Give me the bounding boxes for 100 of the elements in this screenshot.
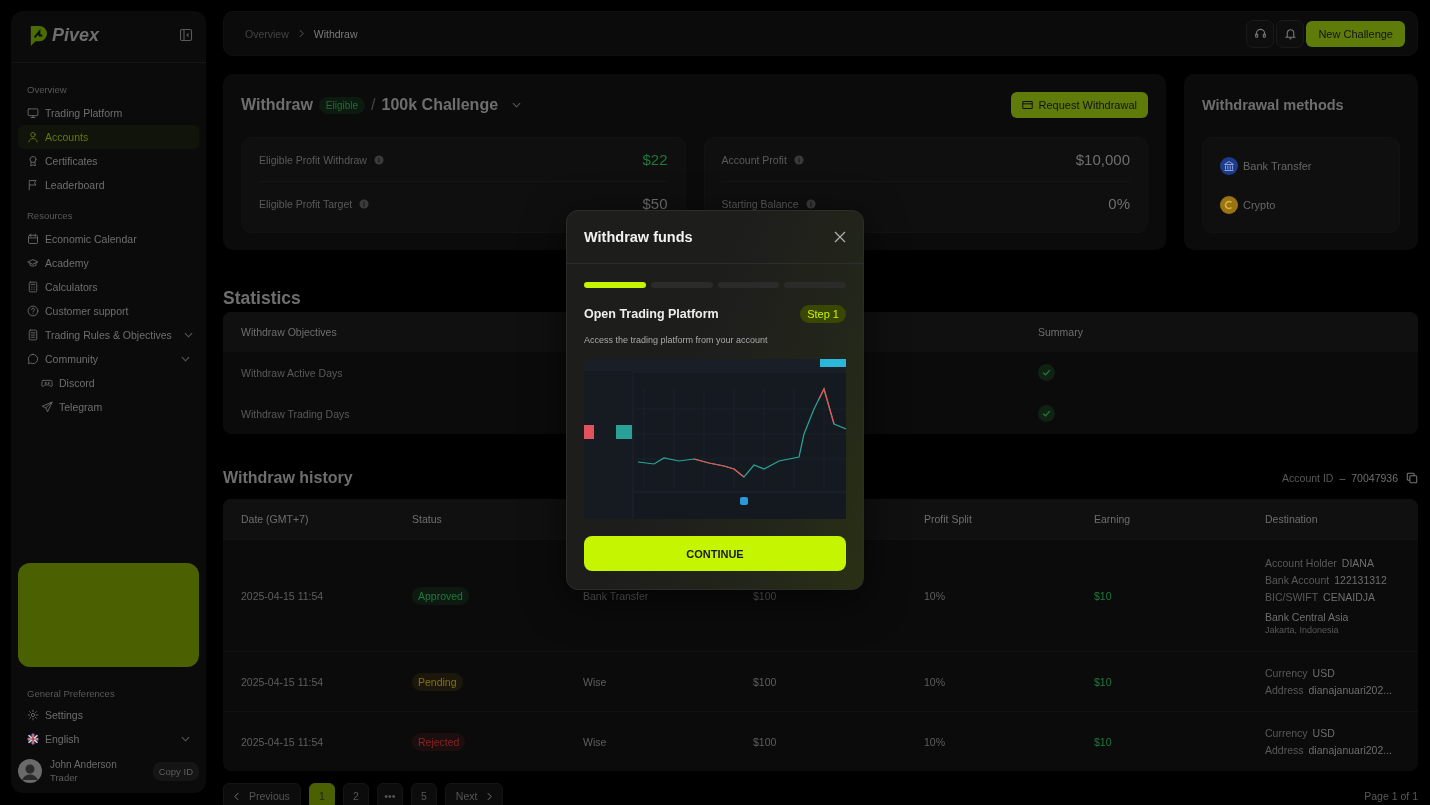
flag-icon bbox=[27, 733, 39, 745]
breadcrumb-link[interactable]: Withdraw bbox=[313, 27, 358, 40]
table-cell-text: Wise bbox=[583, 675, 608, 688]
method-item[interactable]: Bank Transfer bbox=[1220, 146, 1382, 185]
chevron-left-icon bbox=[234, 791, 239, 801]
previous-button[interactable]: Previous bbox=[223, 783, 301, 805]
page-button[interactable]: ••• bbox=[376, 783, 403, 805]
field-label: Bank Account bbox=[1265, 573, 1330, 586]
close-button[interactable] bbox=[834, 231, 846, 243]
nav-item[interactable]: Certificates bbox=[18, 149, 199, 173]
document-icon bbox=[27, 329, 39, 341]
account-dropdown[interactable]: 100k Challenge bbox=[381, 96, 522, 114]
headset-icon bbox=[1253, 27, 1267, 40]
calendar-icon bbox=[27, 233, 39, 245]
copy-id-button[interactable]: Copy ID bbox=[152, 761, 199, 781]
field-label: Currency bbox=[1265, 727, 1308, 739]
column-header: Date (GMT+7) bbox=[241, 513, 310, 525]
dialog-title: Withdraw funds bbox=[584, 229, 693, 245]
help-icon bbox=[27, 305, 39, 317]
nav-item[interactable]: Economic Calendar bbox=[18, 227, 199, 251]
gamepad-icon bbox=[41, 377, 53, 389]
table-cell-text: 2025-04-15 11:54 bbox=[241, 589, 325, 602]
stat-label: Eligible Profit Withdraw bbox=[259, 153, 367, 166]
field-label: Address bbox=[1265, 684, 1304, 696]
new-challenge-button[interactable]: New Challenge bbox=[1306, 20, 1405, 47]
stat-label: Eligible Profit Target bbox=[259, 197, 353, 210]
section-title: Withdraw history bbox=[223, 469, 353, 487]
table-cell-text: $100 bbox=[753, 675, 778, 688]
nav-item[interactable]: Leaderboard bbox=[18, 173, 199, 197]
field-value: dianajanuari202... bbox=[1308, 744, 1392, 756]
nav-item[interactable]: Calculators bbox=[18, 275, 199, 299]
page-button[interactable]: 2 bbox=[342, 783, 369, 805]
bell-icon bbox=[1283, 27, 1297, 40]
nav-item[interactable]: Telegram bbox=[18, 395, 199, 419]
settings-icon bbox=[27, 709, 39, 721]
chevron-right-icon bbox=[487, 791, 493, 801]
user-name: John Anderson bbox=[50, 759, 117, 770]
flag-icon bbox=[27, 179, 39, 191]
language-dropdown[interactable]: English bbox=[18, 727, 199, 751]
method-item[interactable]: Crypto bbox=[1220, 185, 1382, 224]
status-badge: Pending bbox=[412, 672, 463, 691]
avatar-icon bbox=[18, 759, 42, 783]
field-value: CENAIDJA bbox=[1323, 590, 1376, 603]
nav-item[interactable]: Settings bbox=[18, 703, 199, 727]
status-badge: Approved bbox=[412, 586, 469, 605]
table-cell-text: Wise bbox=[583, 735, 608, 748]
award-icon bbox=[27, 155, 39, 167]
table-cell-text: Withdraw Trading Days bbox=[241, 407, 351, 420]
field-value: 122131312 bbox=[1334, 573, 1387, 586]
field-value: dianajanuari202... bbox=[1308, 684, 1392, 696]
monitor-icon bbox=[27, 107, 39, 119]
nav-item[interactable]: Academy bbox=[18, 251, 199, 275]
stat-value: 0% bbox=[1108, 195, 1130, 212]
field-label: Currency bbox=[1265, 667, 1308, 679]
page-button[interactable]: 5 bbox=[410, 783, 437, 805]
field-label: Account Holder bbox=[1265, 556, 1337, 569]
nav-item[interactable]: Accounts bbox=[18, 125, 199, 149]
table-cell-text: $10 bbox=[1094, 589, 1113, 602]
bank-location: Jakarta, Indonesia bbox=[1265, 624, 1340, 635]
bank-name: Bank Central Asia bbox=[1265, 610, 1350, 623]
step-badge: Step 1 bbox=[800, 305, 846, 323]
page-summary: Page 1 of 1 bbox=[1364, 790, 1418, 802]
step-title: Open Trading Platform bbox=[584, 307, 719, 321]
request-withdrawal-button[interactable]: Request Withdrawal bbox=[1010, 92, 1148, 118]
nav-item[interactable]: Customer support bbox=[18, 299, 199, 323]
nav-item[interactable]: Community bbox=[18, 347, 199, 371]
field-value: USD bbox=[1312, 667, 1335, 679]
info-icon bbox=[359, 198, 370, 209]
separator: / bbox=[371, 96, 376, 114]
field-value: USD bbox=[1312, 727, 1335, 739]
table-cell-text: $100 bbox=[753, 735, 778, 748]
card-title: Withdrawal methods bbox=[1202, 96, 1345, 115]
field-value: DIANA bbox=[1341, 556, 1374, 569]
paper-plane-icon bbox=[41, 401, 53, 413]
section-heading: General Preferences bbox=[26, 687, 116, 701]
nav-item[interactable]: Trading Rules & Objectives bbox=[18, 323, 199, 347]
table-cell-text: 10% bbox=[924, 675, 946, 688]
calculator-icon bbox=[27, 281, 39, 293]
column-header: Status bbox=[412, 513, 443, 525]
nav-item[interactable]: Trading Platform bbox=[18, 101, 199, 125]
step-description: Access the trading platform from your account bbox=[584, 335, 769, 345]
stat-label: Starting Balance bbox=[721, 197, 799, 210]
table-cell-text: $10 bbox=[1094, 675, 1113, 688]
notifications-button[interactable] bbox=[1276, 19, 1305, 48]
table-cell-text: 2025-04-15 11:54 bbox=[241, 735, 325, 748]
page-button[interactable]: 1 bbox=[308, 783, 335, 805]
next-button[interactable]: Next bbox=[444, 783, 504, 805]
continue-button[interactable]: CONTINUE bbox=[584, 536, 846, 571]
nav-item[interactable]: Discord bbox=[18, 371, 199, 395]
brand-name: Pivex bbox=[52, 24, 100, 46]
collapse-sidebar-button[interactable] bbox=[179, 28, 193, 42]
column-header: Summary bbox=[1038, 326, 1084, 338]
table-cell-text: Withdraw Active Days bbox=[241, 366, 344, 379]
person-icon bbox=[27, 131, 39, 143]
status-badge: Rejected bbox=[412, 732, 466, 751]
copy-icon[interactable] bbox=[1406, 472, 1418, 484]
section-heading: Overview bbox=[26, 83, 68, 97]
graduation-cap-icon bbox=[27, 257, 39, 269]
support-button[interactable] bbox=[1246, 19, 1275, 48]
stat-value: $50 bbox=[642, 195, 668, 212]
